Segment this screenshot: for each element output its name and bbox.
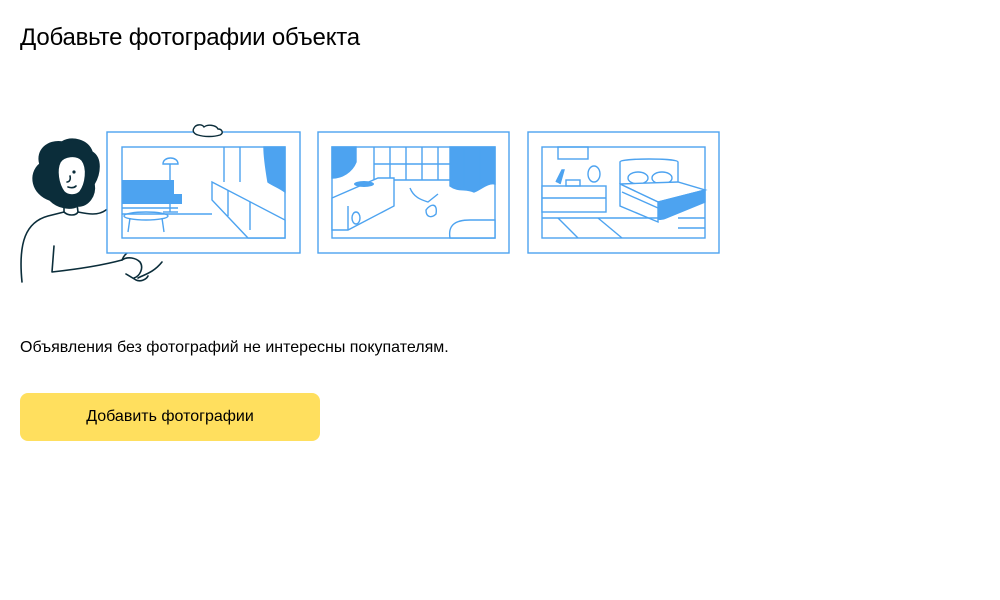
living-room-photo-frame — [106, 124, 301, 254]
page-title: Добавьте фотографии объекта — [20, 24, 360, 51]
bedroom-photo-frame — [527, 131, 720, 254]
no-photos-hint: Объявления без фотографий не интересны п… — [20, 339, 449, 356]
add-photos-button[interactable]: Добавить фотографии — [20, 393, 320, 441]
bathroom-photo-frame — [317, 131, 510, 254]
woman-holding-room-photos-illustration — [20, 124, 720, 283]
